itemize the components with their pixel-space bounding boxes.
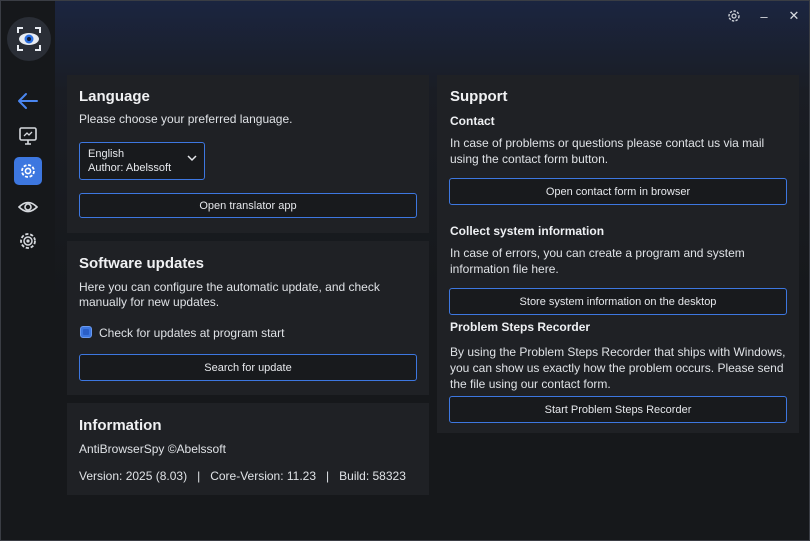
psr-line1: By using the Problem Steps Recorder that… [450, 345, 786, 359]
language-select[interactable]: English Author: Abelssoft [79, 142, 205, 180]
gear-icon [21, 164, 35, 178]
sidebar-item-back[interactable] [14, 87, 42, 115]
open-translator-button[interactable]: Open translator app [79, 193, 417, 218]
minimize-button[interactable]: – [757, 8, 771, 24]
sidebar-item-eye[interactable] [14, 193, 42, 221]
language-title: Language [79, 88, 150, 105]
start-psr-button[interactable]: Start Problem Steps Recorder [449, 396, 787, 423]
version-info: Version: 2025 (8.03) | Core-Version: 11.… [79, 469, 406, 483]
sidebar-item-advanced-settings[interactable] [14, 227, 42, 255]
chevron-down-icon [187, 155, 197, 162]
language-selected-value: English [88, 148, 125, 160]
arrow-left-icon [18, 93, 38, 109]
sysinfo-line2: information file here. [450, 262, 559, 276]
monitor-icon [19, 127, 37, 145]
support-card: Support Contact In case of problems or q… [437, 75, 799, 433]
sidebar [1, 1, 55, 540]
psr-line2: you can show us exactly how the problem … [450, 361, 784, 375]
sidebar-item-settings[interactable] [14, 157, 42, 185]
settings-button[interactable] [727, 8, 741, 24]
auto-update-checkbox[interactable] [80, 326, 92, 338]
language-selected-author: Author: Abelssoft [88, 162, 172, 174]
updates-description-line2: manually for new updates. [79, 295, 220, 309]
psr-line3: the file using our contact form. [450, 377, 611, 391]
contact-line1: In case of problems or questions please … [450, 136, 765, 150]
eye-icon [18, 201, 38, 213]
logo-eye-icon [17, 27, 41, 51]
open-contact-form-button[interactable]: Open contact form in browser [449, 178, 787, 205]
updates-description-line1: Here you can configure the automatic upd… [79, 280, 380, 294]
information-title: Information [79, 417, 162, 434]
search-update-button[interactable]: Search for update [79, 354, 417, 381]
app-logo [7, 17, 51, 61]
close-button[interactable]: ✕ [787, 8, 801, 24]
gear-alt-icon [20, 233, 36, 249]
contact-line2: using the contact form button. [450, 152, 609, 166]
gear-icon [728, 10, 740, 22]
sysinfo-line1: In case of errors, you can create a prog… [450, 246, 745, 260]
auto-update-label: Check for updates at program start [99, 326, 285, 340]
sidebar-item-monitor[interactable] [14, 122, 42, 150]
language-description: Please choose your preferred language. [79, 112, 293, 126]
information-card: Information AntiBrowserSpy ©Abelssoft Ve… [67, 403, 429, 495]
psr-title: Problem Steps Recorder [450, 320, 591, 334]
updates-title: Software updates [79, 255, 205, 272]
store-system-info-button[interactable]: Store system information on the desktop [449, 288, 787, 315]
app-window: – ✕ Language Please choose your preferre… [0, 0, 810, 541]
titlebar-controls: – ✕ [727, 5, 801, 27]
sysinfo-title: Collect system information [450, 224, 605, 238]
contact-title: Contact [450, 114, 495, 128]
support-title: Support [450, 88, 508, 105]
product-name: AntiBrowserSpy ©Abelssoft [79, 442, 226, 456]
